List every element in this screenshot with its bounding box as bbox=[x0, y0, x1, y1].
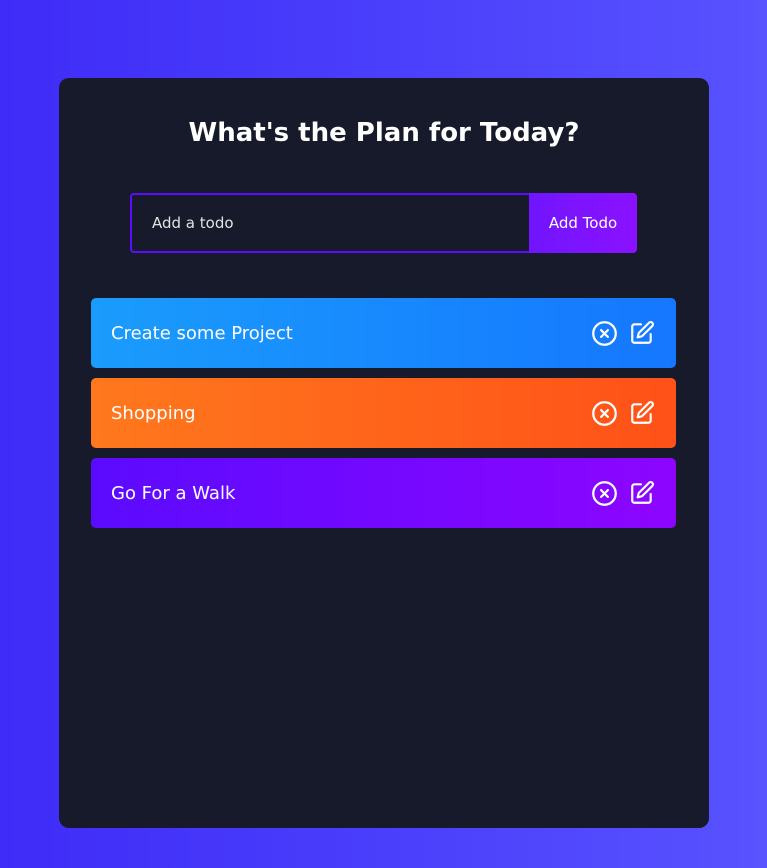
close-circle-icon[interactable] bbox=[590, 479, 618, 507]
add-todo-button[interactable]: Add Todo bbox=[529, 193, 637, 253]
todo-form: Add Todo bbox=[130, 193, 637, 253]
todo-row: Create some Project bbox=[91, 298, 676, 368]
page-title: What's the Plan for Today? bbox=[188, 118, 580, 148]
edit-icon[interactable] bbox=[628, 319, 656, 347]
todo-actions bbox=[590, 399, 656, 427]
todo-text[interactable]: Create some Project bbox=[111, 323, 293, 344]
todo-row: Shopping bbox=[91, 378, 676, 448]
todo-actions bbox=[590, 319, 656, 347]
todo-text[interactable]: Go For a Walk bbox=[111, 483, 235, 504]
todo-actions bbox=[590, 479, 656, 507]
todo-list: Create some Project Shopping Go For a Wa… bbox=[91, 298, 676, 538]
close-circle-icon[interactable] bbox=[590, 319, 618, 347]
todo-row: Go For a Walk bbox=[91, 458, 676, 528]
close-circle-icon[interactable] bbox=[590, 399, 618, 427]
edit-icon[interactable] bbox=[628, 479, 656, 507]
todo-text[interactable]: Shopping bbox=[111, 403, 196, 424]
edit-icon[interactable] bbox=[628, 399, 656, 427]
todo-input[interactable] bbox=[130, 193, 529, 253]
todo-app: What's the Plan for Today? Add Todo Crea… bbox=[59, 78, 709, 828]
